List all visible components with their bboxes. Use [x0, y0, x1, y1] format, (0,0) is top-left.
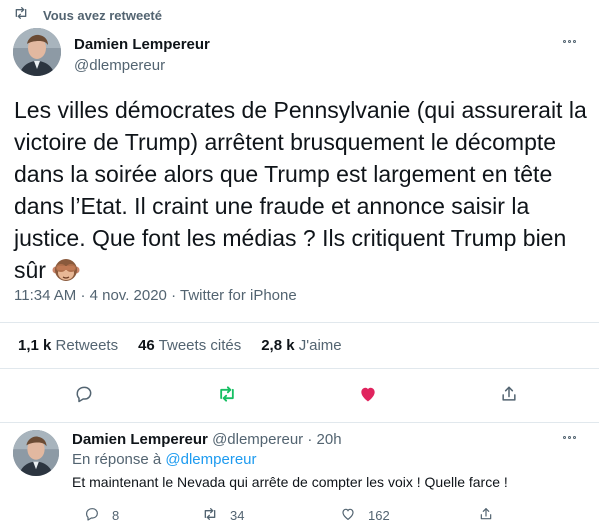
reply-header: Damien Lempereur @dlempereur · 20h — [72, 431, 342, 449]
tweet-text-body: Les villes démocrates de Pennsylvanie (q… — [14, 97, 587, 283]
divider — [0, 322, 599, 323]
main-tweet-author: Damien Lempereur @dlempereur — [74, 36, 210, 75]
reply-button[interactable] — [72, 384, 96, 408]
retweet-banner-label: Vous avez retweeté — [43, 7, 162, 23]
author-handle[interactable]: @dlempereur — [212, 431, 303, 448]
retweet-banner: Vous avez retweeté — [13, 6, 162, 24]
in-reply-handle-link[interactable]: @dlempereur — [165, 451, 256, 468]
header-separator: · — [307, 431, 313, 448]
avatar[interactable] — [13, 430, 59, 476]
stat-retweets[interactable]: 1,1 k Retweets — [18, 337, 118, 354]
in-reply-prefix: En réponse à — [72, 451, 162, 468]
share-icon — [478, 506, 506, 525]
reply-button[interactable]: 8 — [84, 506, 119, 525]
tweet-time[interactable]: 11:34 AM — [14, 287, 76, 304]
avatar[interactable] — [13, 28, 61, 76]
like-count: 162 — [368, 508, 390, 523]
author-name[interactable]: Damien Lempereur — [72, 431, 208, 448]
tweet-date[interactable]: 4 nov. 2020 — [90, 287, 167, 304]
heart-icon — [340, 506, 368, 525]
more-options-icon[interactable] — [563, 436, 576, 439]
see-no-evil-monkey-icon — [52, 256, 80, 284]
share-button[interactable] — [497, 384, 521, 408]
reply-icon — [84, 506, 112, 525]
retweet-button[interactable]: 34 — [202, 506, 244, 525]
tweet-text: Les villes démocrates de Pennsylvanie (q… — [14, 94, 594, 286]
more-options-icon[interactable] — [563, 40, 576, 43]
retweet-icon — [217, 384, 237, 409]
author-handle[interactable]: @dlempereur — [74, 57, 210, 75]
reply-text: Et maintenant le Nevada qui arrête de co… — [72, 474, 508, 490]
meta-separator: · — [80, 287, 86, 304]
reply-tweet[interactable]: Damien Lempereur @dlempereur · 20h En ré… — [0, 428, 599, 525]
retweet-count: 34 — [230, 508, 245, 523]
retweet-icon — [202, 506, 230, 525]
reply-icon — [74, 384, 94, 409]
heart-icon — [358, 384, 378, 409]
tweet-action-bar — [0, 384, 599, 408]
share-icon — [499, 384, 519, 409]
retweet-icon — [13, 5, 29, 26]
tweet-source[interactable]: Twitter for iPhone — [180, 287, 297, 304]
reply-age[interactable]: 20h — [317, 431, 342, 448]
share-button[interactable] — [478, 506, 506, 525]
reply-count: 8 — [112, 508, 120, 523]
stat-quote-tweets[interactable]: 46 Tweets cités — [138, 337, 241, 354]
divider — [0, 368, 599, 369]
retweet-button[interactable] — [215, 384, 239, 408]
author-name[interactable]: Damien Lempereur — [74, 36, 210, 54]
meta-separator: · — [171, 287, 177, 304]
like-button[interactable]: 162 — [340, 506, 390, 525]
stat-likes[interactable]: 2,8 k J'aime — [261, 337, 341, 354]
divider — [0, 422, 599, 423]
in-reply-to: En réponse à @dlempereur — [72, 451, 257, 469]
like-button[interactable] — [356, 384, 380, 408]
reply-action-bar: 8 34 162 — [72, 506, 552, 525]
tweet-stats: 1,1 k Retweets 46 Tweets cités 2,8 k J'a… — [18, 337, 362, 354]
tweet-meta: 11:34 AM · 4 nov. 2020 · Twitter for iPh… — [14, 287, 297, 304]
